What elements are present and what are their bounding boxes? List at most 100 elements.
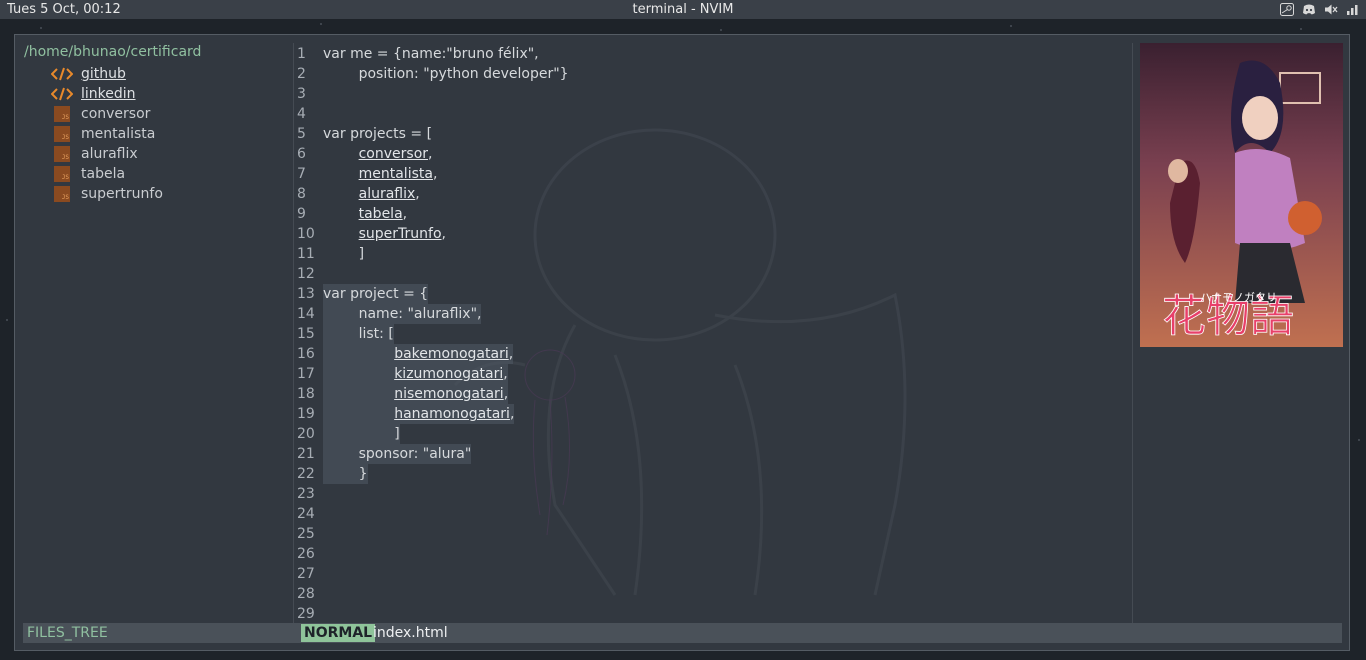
code-line[interactable]: 5 var projects = [ [295, 124, 1131, 144]
code-line[interactable]: 2 position: "python developer"} [295, 64, 1131, 84]
code-token: , [509, 406, 515, 422]
tree-item-conversor[interactable]: JS conversor [51, 104, 150, 124]
code-line[interactable]: 24 [295, 504, 1131, 524]
code-text[interactable]: ] [323, 244, 364, 264]
tree-item-label[interactable]: mentalista [81, 126, 155, 142]
code-text[interactable]: mentalista, [323, 164, 438, 184]
code-line[interactable]: 7 mentalista, [295, 164, 1131, 184]
code-text[interactable]: position: "python developer"} [323, 64, 569, 84]
code-text[interactable]: superTrunfo, [323, 224, 446, 244]
file-tree-pane[interactable]: /home/bhunao/certificard github linkedin J… [15, 35, 293, 623]
tree-item-aluraflix[interactable]: JS aluraflix [51, 144, 138, 164]
line-number: 21 [297, 446, 315, 462]
tree-root-path[interactable]: /home/bhunao/certificard [24, 44, 201, 60]
code-text[interactable]: aluraflix, [323, 184, 420, 204]
code-token: name: "aluraflix", [323, 306, 482, 322]
code-text[interactable]: list: [ [323, 324, 394, 344]
steam-icon[interactable] [1280, 3, 1294, 16]
line-number: 25 [297, 526, 315, 542]
tree-item-label[interactable]: aluraflix [81, 146, 138, 162]
volume-muted-icon[interactable] [1324, 3, 1338, 16]
code-text[interactable]: sponsor: "alura" [323, 444, 472, 464]
code-link-token[interactable]: conversor [359, 146, 428, 162]
code-line[interactable]: 8 aluraflix, [295, 184, 1131, 204]
battery-icon[interactable] [1346, 3, 1360, 16]
code-link-token[interactable]: aluraflix [359, 186, 416, 202]
code-text[interactable]: var me = {name:"bruno félix", [323, 44, 539, 64]
tree-item-label[interactable]: tabela [81, 166, 125, 182]
line-number: 24 [297, 506, 315, 522]
files-tree-status-label: FILES_TREE [27, 625, 108, 641]
code-link-token[interactable]: nisemonogatari [394, 386, 504, 402]
code-token: var me = {name:"bruno félix", [323, 46, 539, 62]
code-line[interactable]: 29 [295, 604, 1131, 624]
code-line[interactable]: 12 [295, 264, 1131, 284]
pane-divider[interactable] [1132, 43, 1133, 623]
code-text[interactable]: nisemonogatari, [323, 384, 509, 404]
code-line[interactable]: 18 nisemonogatari, [295, 384, 1131, 404]
code-link-token[interactable]: superTrunfo [359, 226, 442, 242]
code-text[interactable]: kizumonogatari, [323, 364, 508, 384]
code-line[interactable]: 10 superTrunfo, [295, 224, 1131, 244]
code-line[interactable]: 22 } [295, 464, 1131, 484]
tree-item-github[interactable]: github [51, 64, 126, 84]
js-file-icon: JS [51, 166, 73, 182]
code-link-token[interactable]: mentalista [359, 166, 433, 182]
tree-item-supertrunfo[interactable]: JS supertrunfo [51, 184, 163, 204]
code-line[interactable]: 4 [295, 104, 1131, 124]
terminal-window[interactable]: /home/bhunao/certificard github linkedin J… [14, 34, 1350, 651]
code-line[interactable]: 27 [295, 564, 1131, 584]
code-line[interactable]: 17 kizumonogatari, [295, 364, 1131, 384]
code-line[interactable]: 25 [295, 524, 1131, 544]
code-text[interactable]: var projects = [ [323, 124, 432, 144]
line-number: 29 [297, 606, 315, 622]
js-file-icon: JS [51, 126, 73, 142]
code-link-token[interactable]: tabela [359, 206, 403, 222]
tree-item-label[interactable]: supertrunfo [81, 186, 163, 202]
line-number: 3 [297, 86, 306, 102]
code-line[interactable]: 21 sponsor: "alura" [295, 444, 1131, 464]
code-line[interactable]: 3 [295, 84, 1131, 104]
code-link-token[interactable]: hanamonogatari [394, 406, 510, 422]
code-line[interactable]: 13 var project = { [295, 284, 1131, 304]
tree-item-tabela[interactable]: JS tabela [51, 164, 125, 184]
code-text[interactable]: var project = { [323, 284, 429, 304]
code-line[interactable]: 15 list: [ [295, 324, 1131, 344]
code-text[interactable]: name: "aluraflix", [323, 304, 482, 324]
code-line[interactable]: 26 [295, 544, 1131, 564]
discord-icon[interactable] [1302, 3, 1316, 16]
line-number: 6 [297, 146, 306, 162]
tree-item-linkedin[interactable]: linkedin [51, 84, 136, 104]
code-line[interactable]: 14 name: "aluraflix", [295, 304, 1131, 324]
code-text[interactable]: ] [323, 424, 400, 444]
code-line[interactable]: 1 var me = {name:"bruno félix", [295, 44, 1131, 64]
line-number: 22 [297, 466, 315, 482]
tree-item-label[interactable]: github [81, 66, 126, 82]
code-text[interactable]: hanamonogatari, [323, 404, 515, 424]
code-text[interactable]: tabela, [323, 204, 408, 224]
anime-poster-image: 花物語 ハナモノガタリ [1140, 43, 1343, 347]
tree-item-mentalista[interactable]: JS mentalista [51, 124, 155, 144]
code-line[interactable]: 11 ] [295, 244, 1131, 264]
line-number: 27 [297, 566, 315, 582]
code-text[interactable]: } [323, 464, 368, 484]
code-line[interactable]: 19 hanamonogatari, [295, 404, 1131, 424]
tree-item-label[interactable]: linkedin [81, 86, 136, 102]
editor-pane[interactable]: 1 var me = {name:"bruno félix", 2 position… [295, 35, 1131, 623]
code-text[interactable]: bakemonogatari, [323, 344, 514, 364]
code-line[interactable]: 9 tabela, [295, 204, 1131, 224]
status-line: FILES_TREE NORMAL index.html [23, 623, 1342, 643]
tree-item-label[interactable]: conversor [81, 106, 150, 122]
code-link-token[interactable]: kizumonogatari [394, 366, 503, 382]
code-text[interactable]: conversor, [323, 144, 433, 164]
code-line[interactable]: 28 [295, 584, 1131, 604]
pane-divider[interactable] [293, 43, 294, 623]
code-link-token[interactable]: bakemonogatari [394, 346, 509, 362]
code-line[interactable]: 16 bakemonogatari, [295, 344, 1131, 364]
code-line[interactable]: 23 [295, 484, 1131, 504]
code-line[interactable]: 20 ] [295, 424, 1131, 444]
code-line[interactable]: 6 conversor, [295, 144, 1131, 164]
